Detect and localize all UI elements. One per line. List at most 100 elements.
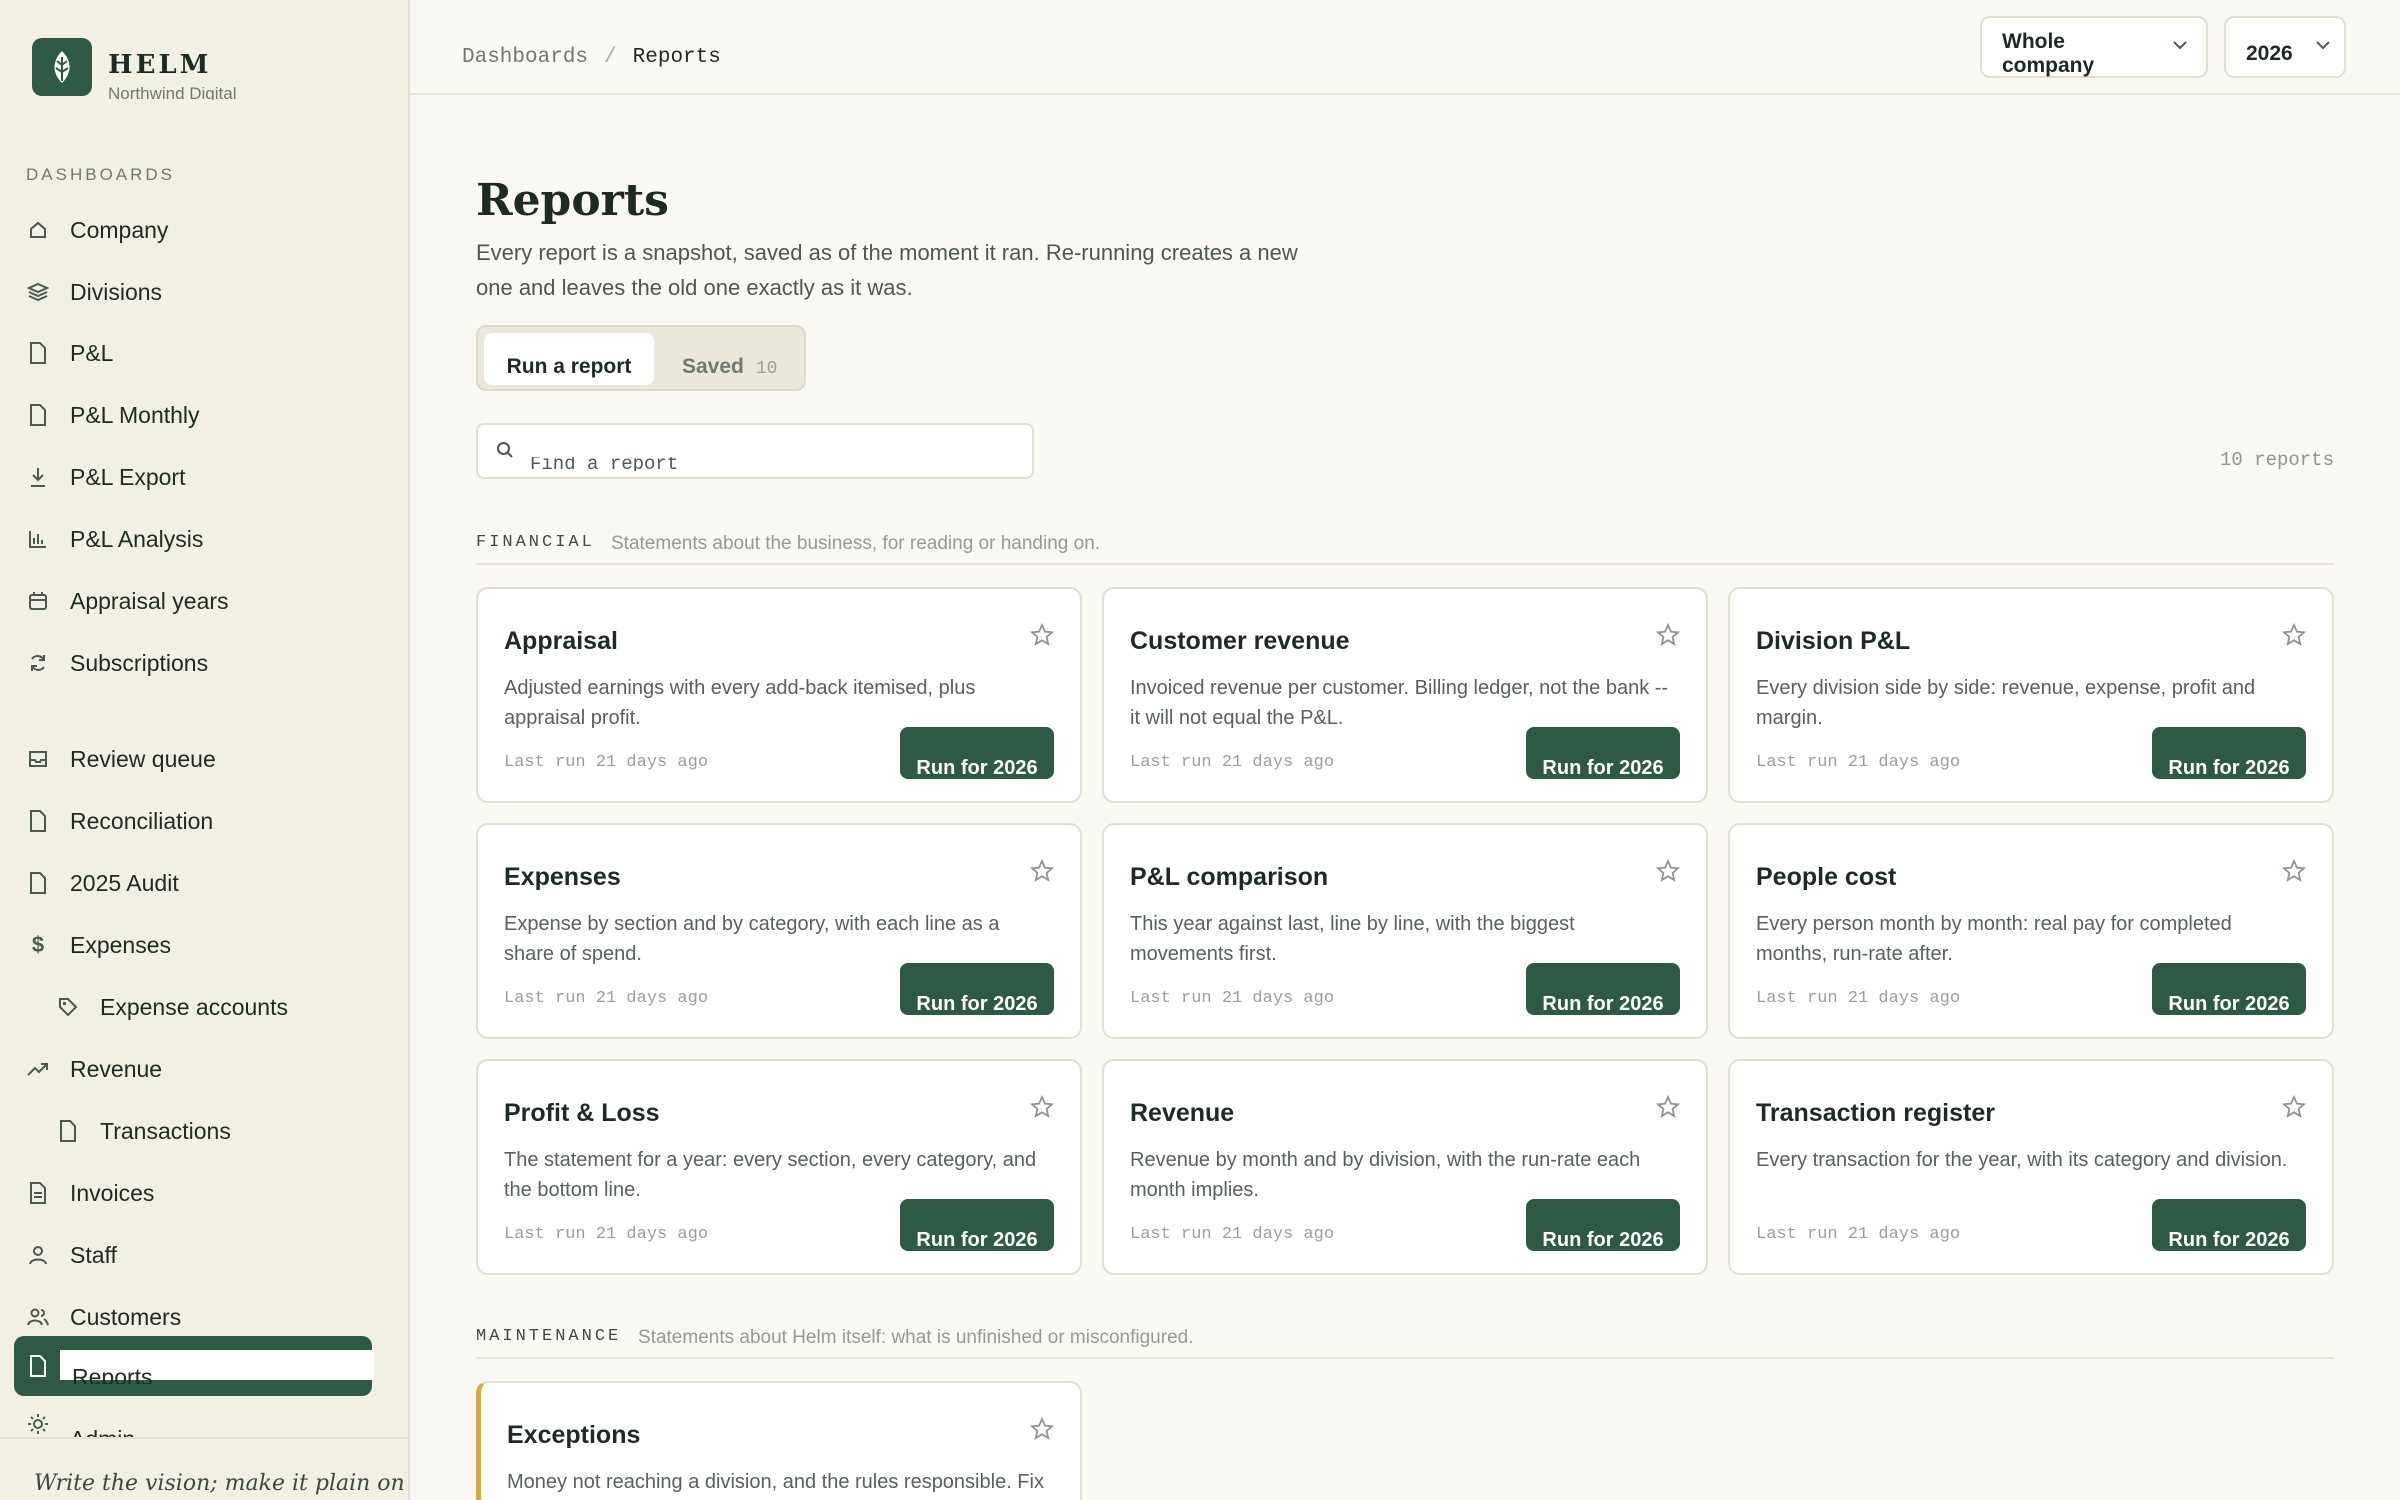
card-title: Expenses [504,863,621,891]
sidebar-item-staff[interactable]: Staff [26,1232,117,1278]
report-card-division-pl: Division P&L Every division side by side… [1728,587,2334,803]
sidebar-item-reports[interactable]: Reports [14,1336,374,1396]
sidebar-item-label: Customers [70,1303,182,1330]
star-icon[interactable] [2281,1094,2307,1124]
home-icon [26,218,50,242]
report-tabs: Run a report Saved 10 [476,325,806,391]
sidebar-item-admin[interactable]: Admin [26,1412,135,1438]
sidebar-item-reconciliation[interactable]: Reconciliation [26,798,213,844]
sidebar-item-appraisal-years[interactable]: Appraisal years [26,578,229,624]
star-icon[interactable] [2281,622,2307,652]
star-icon[interactable] [1029,1416,1055,1446]
report-card-exceptions: Exceptions Money not reaching a division… [476,1381,1082,1500]
sidebar-item-expenses[interactable]: $ Expenses [26,922,171,968]
run-report-button[interactable]: Run for 2026 [900,963,1054,1015]
people-icon [26,1305,50,1329]
nav-section-label: DASHBOARDS [26,165,176,184]
sidebar-item-pl-export[interactable]: P&L Export [26,454,185,500]
report-count: 10 reports [2219,449,2334,471]
sidebar-item-divisions[interactable]: Divisions [26,269,162,315]
run-report-button[interactable]: Run for 2026 [1526,963,1680,1015]
card-description: Every transaction for the year, with its… [1756,1149,2288,1171]
sidebar-item-company[interactable]: Company [26,207,168,253]
scope-select[interactable]: Whole company [1980,16,2208,78]
card-title: Revenue [1130,1099,1235,1127]
sidebar-item-label: Subscriptions [70,649,209,676]
gear-icon [26,1412,50,1436]
last-run: Last run 21 days ago [1130,1225,1335,1244]
run-report-button[interactable]: Run for 2026 [900,727,1054,779]
document-icon [26,809,50,833]
report-card-people-cost: People cost Every person month by month:… [1728,823,2334,1039]
search-input[interactable] [530,457,930,471]
tab-run-a-report[interactable]: Run a report [484,333,654,385]
run-report-button[interactable]: Run for 2026 [900,1199,1054,1251]
star-icon[interactable] [1655,1094,1681,1124]
section-description: Statements about Helm itself: what is un… [638,1327,1194,1348]
run-button-label: Run for 2026 [1542,757,1664,779]
star-icon[interactable] [1029,622,1055,652]
topbar: Dashboards / Reports Whole company 2026 [410,0,2400,95]
report-card-profit-loss: Profit & Loss The statement for a year: … [476,1059,1082,1275]
section-label: FINANCIAL [476,533,595,552]
report-search [476,423,1034,479]
card-title: Division P&L [1756,627,1911,655]
year-select[interactable]: 2026 [2224,16,2346,78]
card-title: Exceptions [507,1421,641,1449]
sidebar-item-label: Reports [72,1364,153,1384]
card-description: The statement for a year: every section,… [504,1149,1037,1201]
sidebar-item-pl-monthly[interactable]: P&L Monthly [26,392,200,438]
sidebar-item-revenue[interactable]: Revenue [26,1046,162,1092]
run-report-button[interactable]: Run for 2026 [2152,963,2306,1015]
run-button-label: Run for 2026 [1542,1229,1664,1251]
section-description: Statements about the business, for readi… [611,533,1101,554]
sidebar-item-invoices[interactable]: Invoices [26,1170,154,1216]
card-description: This year against last, line by line, wi… [1130,913,1575,965]
star-icon[interactable] [1655,622,1681,652]
sidebar-item-label: P&L Monthly [70,401,200,428]
report-card-transaction-register: Transaction register Every transaction f… [1728,1059,2334,1275]
brand-org: Northwind Digital [108,84,237,100]
star-icon[interactable] [1655,858,1681,888]
sidebar-item-expense-accounts[interactable]: Expense accounts [56,984,288,1030]
star-icon[interactable] [1029,1094,1055,1124]
document-icon [56,1119,80,1143]
section-maintenance-header: MAINTENANCE Statements about Helm itself… [476,1327,2334,1359]
run-report-button[interactable]: Run for 2026 [1526,1199,1680,1251]
chevron-down-icon [2172,32,2188,56]
run-button-label: Run for 2026 [1542,993,1664,1015]
run-report-button[interactable]: Run for 2026 [2152,1199,2306,1251]
run-report-button[interactable]: Run for 2026 [2152,727,2306,779]
sidebar-item-label: Appraisal years [70,587,229,614]
sidebar-item-pl-analysis[interactable]: P&L Analysis [26,516,203,562]
last-run: Last run 21 days ago [1756,1225,1961,1244]
sidebar-item-label: P&L Export [70,463,186,490]
tab-saved[interactable]: Saved 10 [682,333,777,385]
inbox-icon [26,747,50,771]
sidebar-item-label: Reconciliation [70,807,214,834]
trend-up-icon [26,1057,50,1081]
sidebar-item-subscriptions[interactable]: Subscriptions [26,640,208,686]
section-financial-header: FINANCIAL Statements about the business,… [476,533,2334,565]
sidebar-item-2025-audit[interactable]: 2025 Audit [26,860,179,906]
sidebar-item-review-queue[interactable]: Review queue [26,736,216,782]
sidebar-item-transactions[interactable]: Transactions [56,1108,231,1154]
card-description: Every division side by side: revenue, ex… [1756,677,2256,729]
search-icon [496,441,514,464]
last-run: Last run 21 days ago [504,989,709,1008]
sidebar-item-customers[interactable]: Customers [26,1294,181,1340]
star-icon[interactable] [1029,858,1055,888]
breadcrumb-dashboards-link[interactable]: Dashboards [462,46,588,69]
run-button-label: Run for 2026 [916,1229,1038,1251]
last-run: Last run 21 days ago [504,753,709,772]
run-report-button[interactable]: Run for 2026 [1526,727,1680,779]
sidebar-item-label: P&L Analysis [70,525,204,552]
last-run: Last run 21 days ago [504,1225,709,1244]
saved-count-badge: 10 [755,359,778,379]
year-select-value: 2026 [2246,42,2293,65]
sidebar-item-pl[interactable]: P&L [26,330,113,376]
star-icon[interactable] [2281,858,2307,888]
run-button-label: Run for 2026 [2168,757,2290,779]
card-title: P&L comparison [1130,863,1329,891]
brand[interactable]: HELM Northwind Digital [32,38,237,100]
